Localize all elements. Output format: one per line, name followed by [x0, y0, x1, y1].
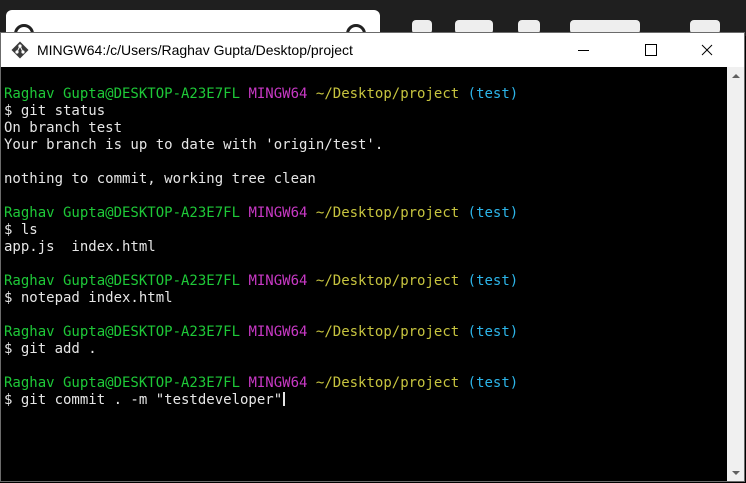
terminal-window: MINGW64:/c/Users/Raghav Gupta/Desktop/pr…: [0, 32, 745, 482]
title-bar[interactable]: MINGW64:/c/Users/Raghav Gupta/Desktop/pr…: [1, 33, 744, 67]
prompt-line: Raghav Gupta@DESKTOP-A23E7FL MINGW64 ~/D…: [4, 86, 727, 103]
current-command: $ git commit . -m "testdeveloper": [4, 392, 283, 408]
command-line: $ notepad index.html: [4, 290, 173, 306]
prompt-shell: MINGW64: [248, 324, 308, 340]
prompt-shell: MINGW64: [248, 86, 308, 102]
command-line: $ ls: [4, 222, 38, 238]
output-line: Your branch is up to date with 'origin/t…: [4, 137, 384, 153]
close-button[interactable]: [684, 33, 730, 67]
command-line: $ git add .: [4, 341, 97, 357]
prompt-path: ~/Desktop/project: [315, 205, 460, 221]
window-title: MINGW64:/c/Users/Raghav Gupta/Desktop/pr…: [37, 42, 353, 58]
prompt-path: ~/Desktop/project: [315, 86, 460, 102]
prompt-shell: MINGW64: [248, 205, 308, 221]
chevron-up-icon: [731, 73, 740, 78]
prompt-user-host: Raghav Gupta@DESKTOP-A23E7FL: [4, 324, 241, 340]
prompt-branch: (test): [467, 86, 519, 102]
scroll-up-button[interactable]: [727, 67, 744, 84]
maximize-button[interactable]: [628, 33, 674, 67]
prompt-user-host: Raghav Gupta@DESKTOP-A23E7FL: [4, 375, 241, 391]
prompt-line: Raghav Gupta@DESKTOP-A23E7FL MINGW64 ~/D…: [4, 375, 727, 392]
terminal-output[interactable]: Raghav Gupta@DESKTOP-A23E7FL MINGW64 ~/D…: [1, 67, 727, 481]
prompt-shell: MINGW64: [248, 375, 308, 391]
prompt-line: Raghav Gupta@DESKTOP-A23E7FL MINGW64 ~/D…: [4, 205, 727, 222]
command-line: $ git status: [4, 103, 106, 119]
prompt-path: ~/Desktop/project: [315, 324, 460, 340]
git-bash-icon: [11, 41, 29, 59]
prompt-user-host: Raghav Gupta@DESKTOP-A23E7FL: [4, 86, 241, 102]
vertical-scrollbar[interactable]: [727, 67, 744, 481]
prompt-shell: MINGW64: [248, 273, 308, 289]
prompt-branch: (test): [467, 205, 519, 221]
prompt-line: Raghav Gupta@DESKTOP-A23E7FL MINGW64 ~/D…: [4, 324, 727, 341]
prompt-branch: (test): [467, 375, 519, 391]
prompt-branch: (test): [467, 324, 519, 340]
output-line: On branch test: [4, 120, 123, 136]
output-line: app.js index.html: [4, 239, 156, 255]
prompt-user-host: Raghav Gupta@DESKTOP-A23E7FL: [4, 273, 241, 289]
text-cursor: [283, 392, 286, 406]
prompt-path: ~/Desktop/project: [315, 375, 460, 391]
background-desktop: [0, 0, 746, 44]
maximize-icon: [645, 44, 657, 56]
minimize-button[interactable]: [560, 33, 606, 67]
scroll-down-button[interactable]: [727, 464, 744, 481]
minimize-icon: [577, 49, 589, 51]
chevron-down-icon: [731, 470, 740, 475]
prompt-branch: (test): [467, 273, 519, 289]
prompt-line: Raghav Gupta@DESKTOP-A23E7FL MINGW64 ~/D…: [4, 273, 727, 290]
output-line: nothing to commit, working tree clean: [4, 171, 316, 187]
close-icon: [701, 44, 713, 56]
prompt-user-host: Raghav Gupta@DESKTOP-A23E7FL: [4, 205, 241, 221]
prompt-path: ~/Desktop/project: [315, 273, 460, 289]
command-input-line[interactable]: $ git commit . -m "testdeveloper": [4, 392, 727, 409]
